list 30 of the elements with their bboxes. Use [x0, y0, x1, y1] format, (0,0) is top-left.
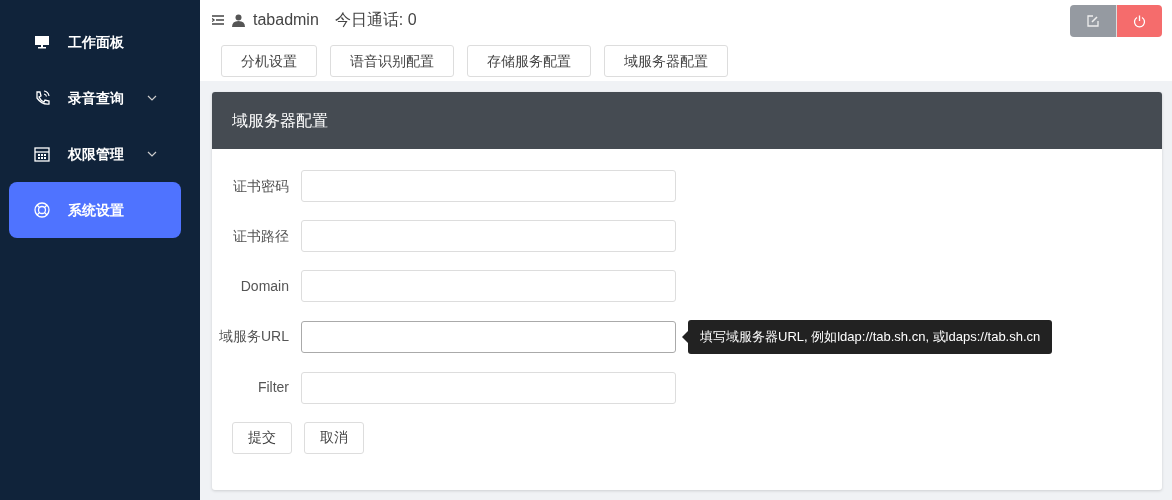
field-label: Filter — [256, 378, 290, 397]
phone-icon — [33, 89, 51, 107]
form-button[interactable]: 取消 — [304, 421, 364, 454]
nav-button[interactable]: 分机设置 — [221, 45, 317, 77]
call-count: 今日通话: 0 — [334, 10, 417, 30]
nav-button[interactable]: 域服务器配置 — [604, 45, 728, 77]
username: tabadmin — [253, 10, 319, 30]
panel-title: 域服务器配置 — [212, 92, 1162, 149]
field-label: 证书路径 — [232, 226, 290, 246]
field-label: Domain — [239, 276, 290, 296]
menu-icon[interactable] — [212, 15, 224, 25]
input-field[interactable] — [301, 320, 676, 353]
form-button[interactable]: 提交 — [232, 421, 292, 454]
power-icon — [1133, 14, 1146, 28]
nav-button[interactable]: 语音识别配置 — [330, 45, 454, 77]
monitor-icon — [33, 33, 51, 51]
sidebar-item[interactable]: 录音查询 — [9, 70, 181, 126]
lifebuoy-icon — [33, 201, 51, 219]
sidebar-item[interactable]: 工作面板 — [9, 14, 181, 70]
user-icon — [232, 13, 245, 27]
field-label: 证书密码 — [232, 176, 290, 196]
edit-button[interactable] — [1070, 5, 1116, 37]
calendar-icon — [33, 145, 51, 163]
edit-icon — [1087, 15, 1099, 27]
field-label: 域服务URL — [218, 327, 290, 347]
sidebar-item[interactable]: 系统设置 — [9, 182, 181, 238]
nav-button[interactable]: 存储服务配置 — [467, 45, 591, 77]
sidebar-item[interactable]: 权限管理 — [9, 126, 181, 182]
power-button[interactable] — [1116, 5, 1162, 37]
tooltip: 填写域服务器URL, 例如ldap://tab.sh.cn, 或ldaps://tab.sh.cn — [682, 320, 1053, 354]
